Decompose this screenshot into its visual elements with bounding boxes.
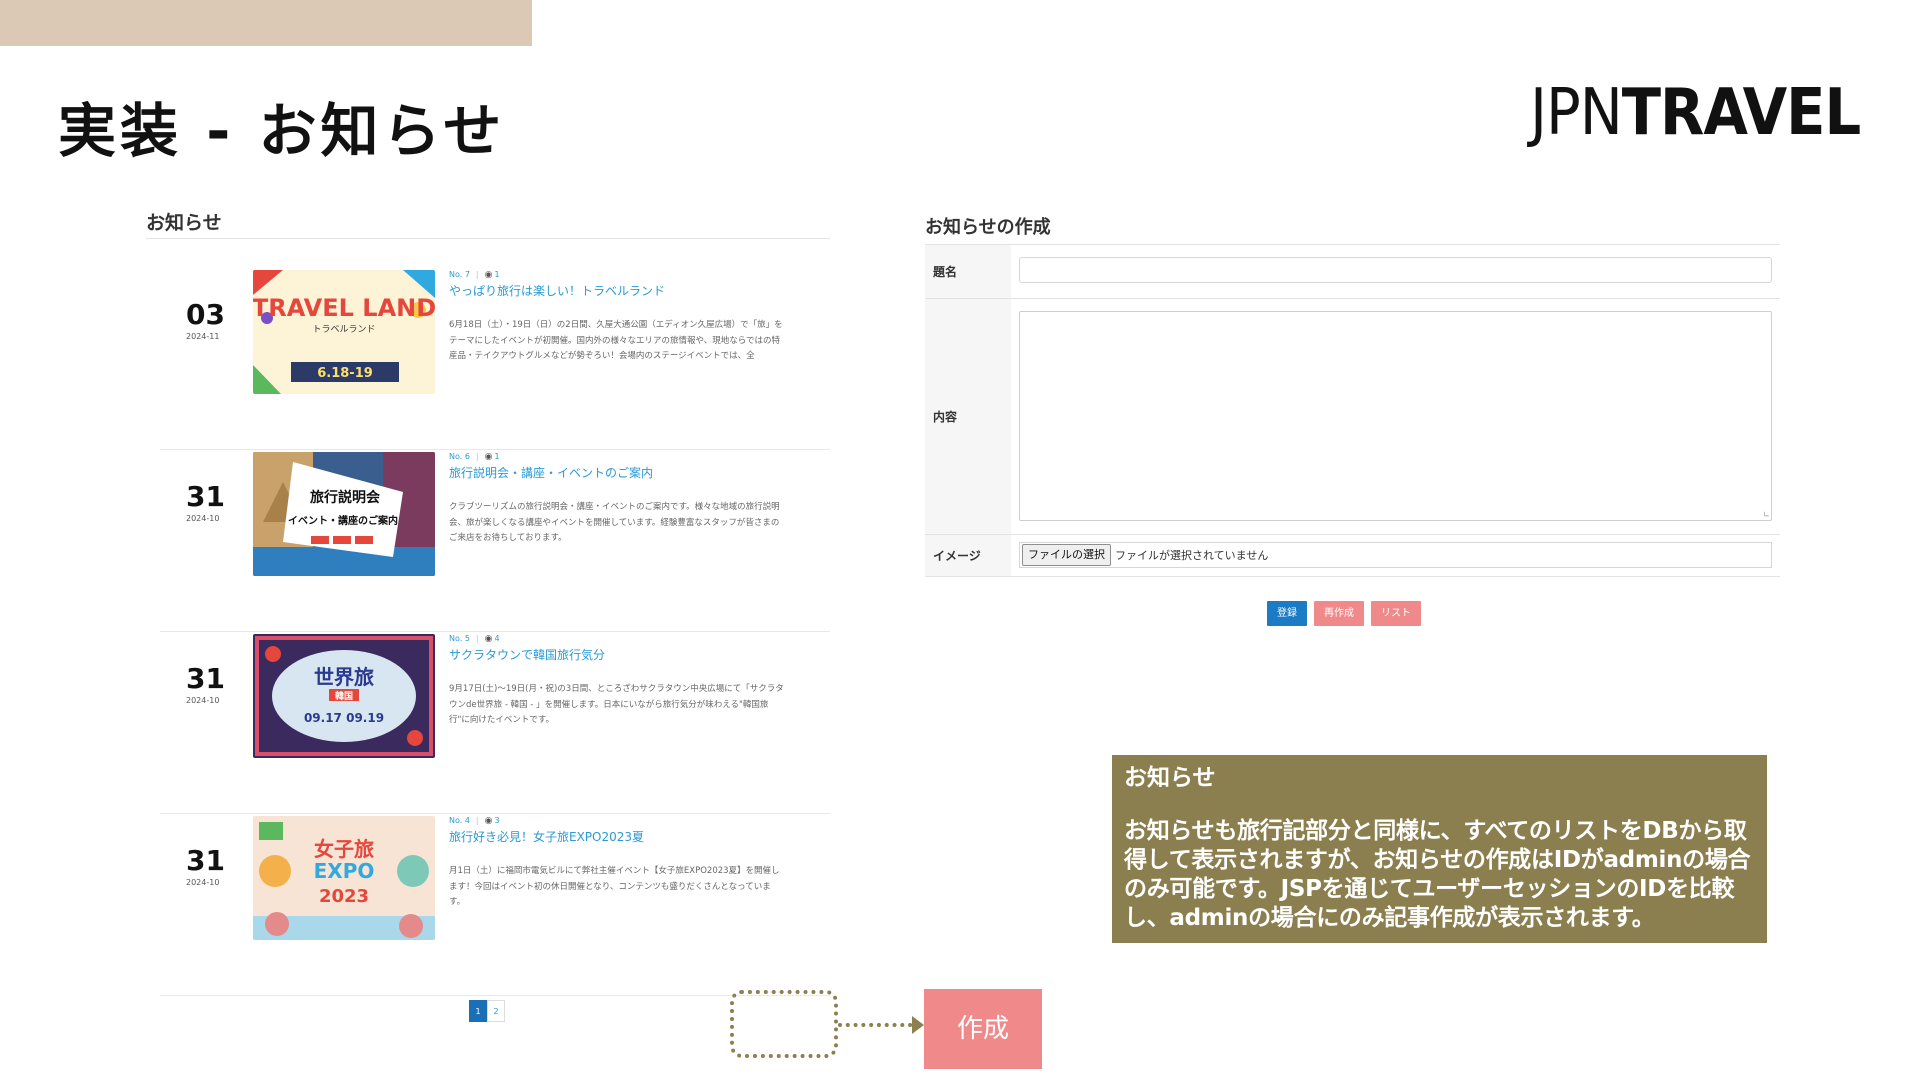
arrow-right-icon <box>912 1016 924 1034</box>
meta-separator: | <box>475 452 479 461</box>
notice-thumbnail[interactable]: 旅行説明会 イベント・講座のご案内 <box>253 452 435 576</box>
choose-file-button[interactable]: ファイルの選択 <box>1022 544 1111 566</box>
file-status-text: ファイルが選択されていません <box>1115 549 1269 562</box>
content-textarea[interactable]: ∟ <box>1019 311 1772 521</box>
notice-meta: No. 7 | ◉ 1 <box>449 270 500 280</box>
note-title: お知らせ <box>1124 765 1216 791</box>
list-heading: お知らせ <box>146 212 222 234</box>
thumb-sub: イベント・講座のご案内 <box>288 514 398 527</box>
form-heading: お知らせの作成 <box>925 217 1051 238</box>
notice-number: No. 7 <box>449 270 470 279</box>
create-button[interactable]: 作成 <box>924 989 1042 1069</box>
notice-description: クラブツーリズムの旅行説明会・講座・イベントのご案内です。様々な地域の旅行説明会… <box>449 502 780 543</box>
notice-item[interactable]: 31 2024-10 世界旅 韓国 09.17 09.19 No. 5 | ◉ 4 サ… <box>160 632 830 814</box>
notice-title-link[interactable]: 旅行説明会・講座・イベントのご案内 <box>449 464 653 481</box>
thumb-text: 女子旅 <box>314 837 374 861</box>
notice-day: 03 <box>186 298 225 331</box>
thumb-sub: トラベルランド <box>312 324 375 335</box>
meta-separator: | <box>475 816 479 825</box>
content-label: 内容 <box>925 299 1011 534</box>
note-body: お知らせも旅行記部分と同様に、すべてのリストをDBから取得して表示されますが、お… <box>1124 818 1751 931</box>
notice-item[interactable]: 31 2024-10 女子旅 EXPO 2023 No. 4 | ◉ 3 旅行好き必見… <box>160 814 830 996</box>
eye-icon: ◉ <box>484 452 493 462</box>
create-notice-form: 題名 内容 ∟ イメージ ファイルの選択 ファイルが選択されていません <box>925 244 1780 577</box>
image-label: イメージ <box>925 535 1011 576</box>
image-row: イメージ ファイルの選択 ファイルが選択されていません <box>925 535 1780 577</box>
page-2-button[interactable]: 2 <box>487 1000 505 1022</box>
notice-number: No. 5 <box>449 634 470 643</box>
notice-year-month: 2024-10 <box>186 878 220 887</box>
eye-icon: ◉ <box>484 634 493 644</box>
notice-number: No. 4 <box>449 816 470 825</box>
reset-button[interactable]: 再作成 <box>1314 601 1364 626</box>
thumb-sub: 韓国 <box>335 690 353 702</box>
meta-separator: | <box>475 270 479 279</box>
notice-day: 31 <box>186 480 225 513</box>
dotted-highlight-box <box>730 990 838 1058</box>
thumb-sub: EXPO <box>314 859 375 883</box>
notice-item[interactable]: 31 2024-10 旅行説明会 イベント・講座のご案内 No. 6 | ◉ 1 旅行… <box>160 450 830 632</box>
view-count: 1 <box>494 452 500 461</box>
view-count: 3 <box>494 816 500 825</box>
notice-meta: No. 6 | ◉ 1 <box>449 452 500 462</box>
notice-day: 31 <box>186 662 225 695</box>
view-count: 1 <box>494 270 500 279</box>
notice-year-month: 2024-10 <box>186 696 220 705</box>
notice-thumbnail[interactable]: 世界旅 韓国 09.17 09.19 <box>253 634 435 758</box>
thumb-text: TRAVEL LAND <box>253 294 435 322</box>
pagination: 1 2 <box>469 1000 505 1022</box>
form-actions: 登録 再作成 リスト <box>1267 601 1421 626</box>
notice-title-link[interactable]: やっぱり旅行は楽しい！トラベルランド <box>449 282 665 299</box>
title-input[interactable] <box>1019 257 1772 283</box>
top-accent-bar <box>0 0 532 46</box>
content-row: 内容 ∟ <box>925 299 1780 535</box>
eye-icon: ◉ <box>484 816 493 826</box>
logo-travel: TRAVEL <box>1621 76 1861 150</box>
notice-year-month: 2024-11 <box>186 332 220 341</box>
notice-meta: No. 5 | ◉ 4 <box>449 634 500 644</box>
thumb-date: 6.18-19 <box>317 366 373 381</box>
submit-button[interactable]: 登録 <box>1267 601 1307 626</box>
notice-number: No. 6 <box>449 452 470 461</box>
jpn-travel-logo: JPNTRAVEL <box>1530 76 1861 150</box>
notice-item[interactable]: 03 2024-11 TRAVEL LAND トラベルランド 6.18-19 N… <box>160 268 830 450</box>
notice-thumbnail[interactable]: 女子旅 EXPO 2023 <box>253 816 435 940</box>
notice-description: 6月18日（土）・19日（日）の2日間、久屋大通公園（エディオン久屋広場）で「旅… <box>449 320 783 361</box>
logo-jpn: JPN <box>1530 76 1623 150</box>
resize-handle-icon[interactable]: ∟ <box>1763 511 1770 519</box>
list-button[interactable]: リスト <box>1371 601 1421 626</box>
slide-title: 実装 - お知らせ <box>58 97 506 165</box>
title-label: 題名 <box>925 245 1011 298</box>
dotted-arrow-line <box>838 1023 920 1027</box>
notice-year-month: 2024-10 <box>186 514 220 523</box>
notice-title-link[interactable]: 旅行好き必見！女子旅EXPO2023夏 <box>449 828 644 845</box>
notice-meta: No. 4 | ◉ 3 <box>449 816 500 826</box>
notice-title-link[interactable]: サクラタウンで韓国旅行気分 <box>449 646 605 663</box>
meta-separator: | <box>475 634 479 643</box>
thumb-text: 世界旅 <box>314 665 374 689</box>
thumb-date: 09.17 09.19 <box>304 711 384 725</box>
title-row: 題名 <box>925 245 1780 299</box>
eye-icon: ◉ <box>484 270 493 280</box>
thumb-text: 旅行説明会 <box>310 489 381 506</box>
notice-day: 31 <box>186 844 225 877</box>
notice-description: 9月17日(土)〜19日(月・祝)の3日間、ところざわサクラタウン中央広場にて「… <box>449 684 784 725</box>
image-file-input[interactable]: ファイルの選択 ファイルが選択されていません <box>1019 542 1772 568</box>
view-count: 4 <box>494 634 500 643</box>
explanation-note: お知らせ お知らせも旅行記部分と同様に、すべてのリストをDBから取得して表示され… <box>1112 755 1767 943</box>
thumb-date: 2023 <box>319 886 369 907</box>
notice-description: 月1日（土）に福岡市電気ビルにて弊社主催イベント【女子旅EXPO2023夏】を開… <box>449 866 780 907</box>
notice-thumbnail[interactable]: TRAVEL LAND トラベルランド 6.18-19 <box>253 270 435 394</box>
page-1-button[interactable]: 1 <box>469 1000 487 1022</box>
divider <box>146 238 830 239</box>
